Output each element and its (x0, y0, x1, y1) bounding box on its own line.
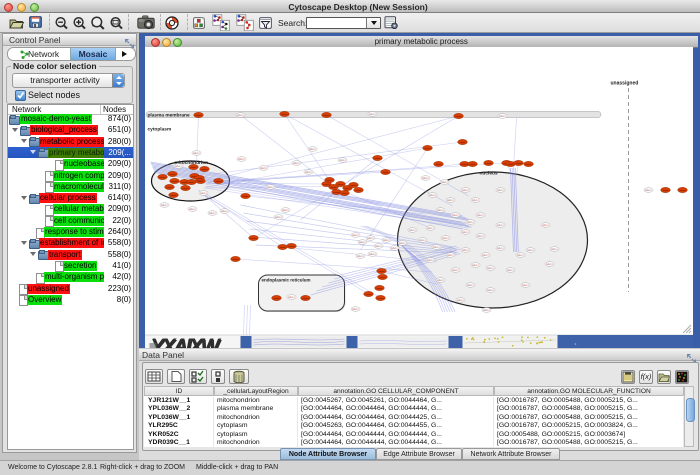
svg-text:label n: label n (293, 163, 300, 165)
svg-text:label n: label n (409, 230, 416, 232)
svg-text:label n: label n (437, 210, 444, 212)
svg-text:label n: label n (477, 215, 484, 217)
svg-text:label n: label n (483, 310, 490, 312)
svg-text:endoplasmic reticulum: endoplasmic reticulum (261, 278, 310, 283)
svg-text:label n: label n (462, 250, 469, 252)
svg-text:label n: label n (209, 213, 216, 215)
svg-text:nucleus: nucleus (479, 171, 497, 177)
svg-text:label n: label n (482, 255, 489, 257)
svg-text:label n: label n (497, 190, 504, 192)
svg-text:label n: label n (175, 166, 182, 168)
svg-text:label n: label n (352, 235, 359, 237)
svg-text:plasma membrane: plasma membrane (147, 113, 189, 119)
svg-text:label n: label n (462, 232, 469, 234)
svg-text:label n: label n (499, 116, 506, 118)
svg-text:label n: label n (267, 187, 274, 189)
svg-text:label n: label n (472, 200, 479, 202)
svg-text:label n: label n (467, 285, 474, 287)
svg-text:label n: label n (497, 248, 504, 250)
svg-text:label n: label n (221, 211, 228, 213)
svg-text:label n: label n (527, 250, 534, 252)
svg-text:label n: label n (546, 264, 553, 266)
svg-text:label n: label n (551, 249, 558, 251)
svg-text:label n: label n (462, 190, 469, 192)
svg-text:label n: label n (260, 168, 267, 170)
svg-text:label n: label n (427, 260, 434, 262)
svg-text:label n: label n (282, 210, 289, 212)
svg-text:label n: label n (288, 297, 295, 299)
svg-text:label n: label n (367, 238, 374, 240)
svg-text:label n: label n (352, 309, 359, 311)
svg-text:label n: label n (477, 236, 484, 238)
svg-text:YXAIXW: YXAIXW (151, 336, 222, 349)
svg-text:label n: label n (357, 256, 364, 258)
svg-text:label n: label n (419, 240, 426, 242)
svg-text:label n: label n (487, 290, 494, 292)
svg-text:label n: label n (645, 190, 652, 192)
svg-text:label n: label n (339, 160, 346, 162)
svg-text:label n: label n (437, 280, 444, 282)
svg-text:label n: label n (447, 255, 454, 257)
svg-text:label n: label n (200, 193, 207, 195)
svg-text:label n: label n (441, 182, 448, 184)
svg-text:label n: label n (189, 209, 196, 211)
svg-text:label n: label n (542, 225, 549, 227)
svg-text:label n: label n (238, 159, 245, 161)
svg-text:label n: label n (369, 254, 376, 256)
svg-text:label n: label n (472, 265, 479, 267)
svg-text:label n: label n (427, 228, 434, 230)
svg-text:label n: label n (309, 149, 316, 151)
svg-text:label n: label n (161, 205, 168, 207)
svg-text:label n: label n (383, 240, 390, 242)
svg-text:label n: label n (359, 242, 366, 244)
svg-text:label n: label n (452, 270, 459, 272)
svg-text:label n: label n (447, 200, 454, 202)
svg-text:label n: label n (391, 248, 398, 250)
svg-text:label n: label n (275, 217, 282, 219)
svg-text:label n: label n (487, 268, 494, 270)
svg-text:unassigned: unassigned (610, 81, 638, 87)
svg-text:label n: label n (457, 300, 464, 302)
svg-text:label n: label n (305, 172, 312, 174)
svg-text:label n: label n (422, 178, 429, 180)
svg-text:label n: label n (433, 247, 440, 249)
svg-text:label n: label n (369, 114, 376, 116)
svg-text:label n: label n (517, 255, 524, 257)
svg-text:label n: label n (497, 225, 504, 227)
svg-text:label n: label n (442, 238, 449, 240)
svg-text:label n: label n (452, 215, 459, 217)
svg-text:label n: label n (399, 243, 406, 245)
svg-text:label n: label n (507, 270, 514, 272)
svg-text:label n: label n (375, 246, 382, 248)
svg-text:label n: label n (193, 153, 200, 155)
svg-text:label n: label n (467, 222, 474, 224)
svg-text:label n: label n (237, 115, 244, 117)
svg-text:label n: label n (522, 285, 529, 287)
svg-text:cytoplasm: cytoplasm (147, 127, 171, 133)
svg-text:label n: label n (429, 195, 436, 197)
